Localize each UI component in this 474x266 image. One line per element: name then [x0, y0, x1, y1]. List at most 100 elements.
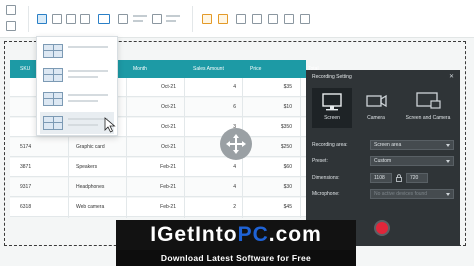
screen-camera-icon	[416, 92, 441, 109]
option-line	[68, 76, 98, 78]
split-icon[interactable]	[284, 14, 294, 24]
cell-month: Oct-21	[160, 124, 176, 130]
table-grid-icon	[43, 68, 63, 82]
lock-icon[interactable]	[395, 174, 403, 182]
app-window: SKU Month Sales Amount Price Total Sales…	[0, 0, 474, 266]
height-value: 720	[410, 175, 419, 181]
cell-product: Graphic card	[76, 144, 105, 150]
brand-part-1: IGetInto	[150, 223, 238, 246]
width-input[interactable]: 1108	[370, 173, 392, 183]
cell-sku: 5174	[20, 144, 32, 150]
header-price[interactable]: Price	[250, 60, 261, 78]
watermark-brand: IGetIntoPC.com	[116, 220, 356, 250]
column-divider	[184, 78, 185, 218]
table-style-option-2[interactable]	[40, 64, 114, 86]
cell-month: Oct-21	[160, 144, 176, 150]
microphone-select[interactable]: No active devices found	[370, 189, 454, 199]
watermark-banner: IGetIntoPC.com Download Latest Software …	[116, 220, 356, 266]
toolbar-text-line	[133, 20, 143, 22]
format-icon[interactable]	[236, 14, 246, 24]
table-row[interactable]: 5174 Graphic card Oct-21 2 $250	[10, 138, 306, 157]
chevron-down-icon	[446, 144, 450, 147]
sort-icon[interactable]	[300, 14, 310, 24]
cell-sales-amount: 4	[233, 184, 236, 190]
cell-price: $60	[283, 164, 292, 170]
camera-icon	[366, 94, 387, 108]
table-style-option-1[interactable]	[40, 40, 114, 62]
cell-sku: 9317	[20, 184, 32, 190]
merge-icon[interactable]	[268, 14, 278, 24]
cell-month: Feb-21	[160, 204, 176, 210]
microphone-value: No active devices found	[374, 191, 428, 197]
chevron-down-icon	[446, 193, 450, 196]
paste-icon[interactable]	[80, 14, 90, 24]
toolbar-separator	[192, 6, 193, 32]
page-small-icon[interactable]	[6, 21, 16, 31]
preset-select[interactable]: Custom	[370, 156, 454, 166]
preset-label: Preset:	[312, 158, 328, 164]
toolbar-text-line	[133, 15, 147, 17]
table-style-option-3[interactable]	[40, 88, 114, 110]
insert-table-icon[interactable]	[52, 14, 62, 24]
column-divider	[300, 78, 301, 218]
monitor-icon	[322, 93, 342, 111]
grid-icon[interactable]	[152, 14, 162, 24]
panel-title: Recording Setting	[312, 74, 352, 80]
watermark-tagline: Download Latest Software for Free	[116, 250, 356, 266]
cell-sku: 3871	[20, 164, 32, 170]
copy-icon[interactable]	[66, 14, 76, 24]
layout-icon[interactable]	[98, 14, 110, 24]
move-handle[interactable]	[220, 128, 252, 160]
close-icon[interactable]: ✕	[449, 73, 454, 80]
preset-value: Custom	[374, 158, 392, 164]
chevron-down-icon	[446, 160, 450, 163]
header-sku[interactable]: SKU	[20, 60, 30, 78]
table-row[interactable]: 9317 Headphones Feb-21 4 $30	[10, 178, 306, 197]
recording-area-select[interactable]: Screen area	[370, 140, 454, 150]
table-grid-icon	[43, 116, 63, 130]
cell-price: $350	[280, 124, 292, 130]
table-row[interactable]: 3871 Speakers Feb-21 4 $60	[10, 158, 306, 177]
border-icon[interactable]	[252, 14, 262, 24]
cell-month: Feb-21	[160, 164, 176, 170]
brand-part-2: .com	[268, 223, 322, 246]
option-line	[68, 70, 108, 72]
cell-product: Headphones	[76, 184, 105, 190]
dimensions-label: Dimensions:	[312, 175, 340, 181]
mode-camera[interactable]: Camera	[356, 88, 396, 128]
table-style-option-4[interactable]	[40, 112, 114, 134]
option-line	[68, 94, 108, 96]
cell-product: Speakers	[76, 164, 98, 170]
record-button[interactable]	[374, 220, 390, 236]
header-sales-amount[interactable]: Sales Amount	[193, 60, 224, 78]
cell-price: $45	[283, 204, 292, 210]
page-icon[interactable]	[6, 5, 16, 15]
cell-sales-amount: 4	[233, 164, 236, 170]
mode-screen[interactable]: Screen	[312, 88, 352, 128]
cell-product: Web camera	[76, 204, 105, 210]
cell-sales-amount: 6	[233, 104, 236, 110]
align-icon[interactable]	[118, 14, 128, 24]
mode-screen-and-camera[interactable]: Screen and Camera	[400, 88, 456, 128]
cell-sku: 6318	[20, 204, 32, 210]
option-line	[68, 46, 108, 48]
toolbar-text-line	[166, 15, 180, 17]
cell-sales-amount: 4	[233, 84, 236, 90]
width-value: 1108	[374, 175, 385, 181]
table-row[interactable]: 6318 Web camera Feb-21 2 $45	[10, 198, 306, 217]
height-input[interactable]: 720	[406, 173, 428, 183]
cell-price: $35	[283, 84, 292, 90]
cell-price: $10	[283, 104, 292, 110]
toolbar	[0, 0, 474, 38]
cell-month: Feb-21	[160, 184, 176, 190]
mode-label: Camera	[367, 115, 385, 121]
cell-price: $250	[280, 144, 292, 150]
fill-icon[interactable]	[218, 14, 228, 24]
header-month[interactable]: Month	[133, 60, 147, 78]
microphone-label: Microphone:	[312, 191, 340, 197]
brand-part-blue: PC	[237, 223, 269, 246]
cell-sales-amount: 2	[233, 204, 236, 210]
mode-label: Screen and Camera	[405, 115, 451, 121]
color-icon[interactable]	[202, 14, 212, 24]
table-icon[interactable]	[37, 14, 47, 24]
